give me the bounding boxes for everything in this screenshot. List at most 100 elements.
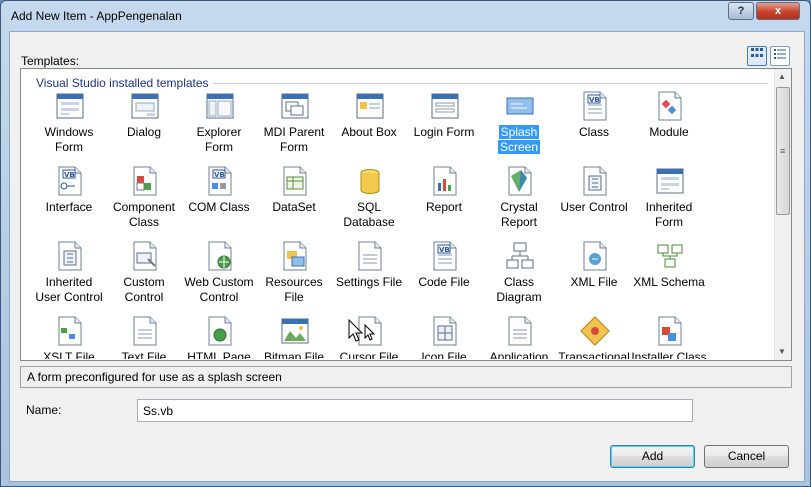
template-item[interactable]: XML Schema	[631, 241, 707, 313]
template-item[interactable]: Inherited User Control	[31, 241, 107, 313]
template-item[interactable]: SQL Database	[331, 166, 407, 238]
template-item-label: DataSet	[272, 200, 316, 214]
splash-icon	[505, 91, 535, 121]
template-item[interactable]: Crystal Report	[481, 166, 557, 238]
title-bar[interactable]: Add New Item - AppPengenalan ? x	[1, 1, 810, 33]
template-item[interactable]: User Control	[556, 166, 632, 238]
template-item[interactable]: Inherited Form	[631, 166, 707, 238]
template-item-label: Dialog	[126, 125, 162, 139]
textdoc-icon	[505, 316, 535, 346]
usercontrol-icon	[55, 241, 85, 271]
template-item[interactable]: Resources File	[256, 241, 332, 313]
template-item-label: Settings File	[335, 275, 403, 289]
report-icon	[430, 166, 460, 196]
templates-label: Templates:	[21, 54, 80, 68]
template-item[interactable]: XML File	[556, 241, 632, 313]
template-item-label: Windows Form	[44, 125, 94, 154]
cancel-button[interactable]: Cancel	[704, 445, 789, 468]
template-item-label: Icon File	[421, 350, 467, 359]
template-item[interactable]: About Box	[331, 91, 407, 163]
mdi-icon	[280, 91, 310, 121]
vertical-scrollbar[interactable]: ▲ ≡ ▼	[774, 69, 791, 360]
login-icon	[430, 91, 460, 121]
template-description: A form preconfigured for use as a splash…	[20, 366, 792, 388]
template-item-label: SQL Database	[343, 200, 395, 229]
window-title: Add New Item - AppPengenalan	[11, 9, 182, 23]
crystal-icon	[505, 166, 535, 196]
textdoc-icon	[355, 241, 385, 271]
template-item[interactable]: Component Class	[106, 166, 182, 238]
svg-text:VB: VB	[64, 171, 75, 179]
template-item[interactable]: Icon File	[406, 316, 482, 359]
template-item[interactable]: VB Interface	[31, 166, 107, 238]
add-button[interactable]: Add	[610, 445, 695, 468]
template-item[interactable]: Splash Screen	[481, 91, 557, 163]
explorer-icon	[205, 91, 235, 121]
name-input[interactable]	[137, 399, 693, 422]
template-item-label: Class	[578, 125, 609, 139]
template-item-label: Custom Control	[123, 275, 165, 304]
template-item[interactable]: Report	[406, 166, 482, 238]
templates-list[interactable]: Visual Studio installed templates Window…	[20, 68, 792, 361]
template-item[interactable]: Installer Class	[631, 316, 707, 359]
svg-text:VB: VB	[439, 246, 450, 254]
template-item-label: User Control	[560, 200, 628, 214]
schema-icon	[655, 241, 685, 271]
template-item[interactable]: Bitmap File	[256, 316, 332, 359]
template-item[interactable]: Cursor File	[331, 316, 407, 359]
template-item[interactable]: Windows Form	[31, 91, 107, 163]
diagram-icon	[505, 241, 535, 271]
template-item[interactable]: Settings File	[331, 241, 407, 313]
template-item[interactable]: XSLT File	[31, 316, 107, 359]
group-divider	[213, 83, 768, 84]
template-item-label: Text File	[121, 350, 167, 359]
small-icons-icon	[774, 49, 786, 59]
template-item[interactable]: Custom Control	[106, 241, 182, 313]
template-item-label: About Box	[341, 125, 397, 139]
template-item-label: Web Custom Control	[184, 275, 254, 304]
xml-icon	[580, 241, 610, 271]
template-item-label: Interface	[45, 200, 93, 214]
large-icons-view-button[interactable]	[747, 46, 767, 66]
large-icons-icon	[751, 48, 763, 57]
template-item[interactable]: Explorer Form	[181, 91, 257, 163]
template-item[interactable]: DataSet	[256, 166, 332, 238]
component-icon	[130, 166, 160, 196]
template-item-label: Report	[425, 200, 463, 214]
template-item[interactable]: VB Code File	[406, 241, 482, 313]
scroll-thumb[interactable]: ≡	[776, 87, 790, 215]
template-item[interactable]: HTML Page	[181, 316, 257, 359]
template-item[interactable]: VB COM Class	[181, 166, 257, 238]
xslt-icon	[55, 316, 85, 346]
template-item[interactable]: Module	[631, 91, 707, 163]
svg-text:VB: VB	[589, 96, 600, 104]
template-item-label: Resources File	[265, 275, 323, 304]
template-item[interactable]: Dialog	[106, 91, 182, 163]
small-icons-view-button[interactable]	[770, 46, 790, 66]
close-button[interactable]: x	[756, 2, 800, 20]
bitmap-icon	[280, 316, 310, 346]
custom-icon	[130, 241, 160, 271]
template-item-label: HTML Page	[187, 350, 251, 359]
template-item-label: Inherited Form	[645, 200, 693, 229]
template-item[interactable]: Text File	[106, 316, 182, 359]
template-item[interactable]: Transactional	[556, 316, 632, 359]
template-item-label: Component Class	[112, 200, 176, 229]
template-item[interactable]: Application	[481, 316, 557, 359]
template-item[interactable]: Web Custom Control	[181, 241, 257, 313]
scroll-grip-icon: ≡	[780, 146, 786, 156]
scroll-down-arrow-icon[interactable]: ▼	[778, 347, 786, 356]
template-item-label: Installer Class	[631, 350, 707, 359]
template-item[interactable]: VB Class	[556, 91, 632, 163]
html-icon	[205, 316, 235, 346]
template-item-label: Crystal Report	[500, 200, 538, 229]
dataset-icon	[280, 166, 310, 196]
template-item[interactable]: Login Form	[406, 91, 482, 163]
scroll-up-arrow-icon[interactable]: ▲	[778, 72, 786, 81]
help-button[interactable]: ?	[728, 2, 754, 20]
svg-text:VB: VB	[214, 171, 225, 179]
template-item-label: Cursor File	[339, 350, 399, 359]
template-item[interactable]: Class Diagram	[481, 241, 557, 313]
about-icon	[355, 91, 385, 121]
template-item[interactable]: MDI Parent Form	[256, 91, 332, 163]
